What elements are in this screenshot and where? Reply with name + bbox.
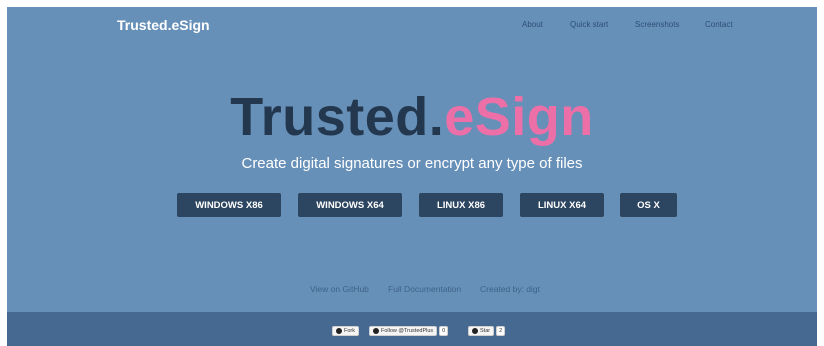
download-linux-x86-button[interactable]: LINUX X86 [419,193,503,217]
github-icon [373,328,379,334]
github-icon [336,328,342,334]
follow-button[interactable]: Follow @TrustedPlus [369,326,438,336]
view-on-github-link[interactable]: View on GitHub [310,284,369,294]
fork-label: Fork [344,328,355,334]
nav-screenshots[interactable]: Screenshots [635,20,679,29]
star-count[interactable]: 2 [496,326,506,336]
download-osx-button[interactable]: OS X [620,193,677,217]
nav-quick-start[interactable]: Quick start [570,20,608,29]
download-windows-x86-button[interactable]: WINDOWS X86 [177,193,281,217]
fork-button[interactable]: Fork [332,326,359,336]
footer-links: View on GitHub Full Documentation Create… [7,284,817,296]
github-icon [472,328,478,334]
follow-count[interactable]: 0 [439,326,449,336]
download-linux-x64-button[interactable]: LINUX X64 [520,193,604,217]
star-button[interactable]: Star [468,326,495,336]
top-nav: About Quick start Screenshots Contact [7,20,817,32]
footer-bar: Fork Follow @TrustedPlus 0 Star 2 [7,312,817,346]
hero-title-trusted: Trusted. [230,87,445,147]
full-documentation-link[interactable]: Full Documentation [388,284,461,294]
nav-contact[interactable]: Contact [705,20,733,29]
download-windows-x64-button[interactable]: WINDOWS X64 [298,193,402,217]
hero-title: Trusted.eSign [7,87,817,147]
follow-label: Follow @TrustedPlus [381,328,434,334]
created-by-link[interactable]: Created by: digt [480,284,540,294]
github-follow-widget: Follow @TrustedPlus 0 [369,326,449,336]
github-fork-widget: Fork [332,326,359,336]
github-star-widget: Star 2 [468,326,506,336]
hero-title-esign: eSign [444,87,594,147]
nav-about[interactable]: About [522,20,543,29]
star-label: Star [480,328,491,334]
hero-tagline: Create digital signatures or encrypt any… [241,155,583,172]
page: Trusted.eSign About Quick start Screensh… [7,7,817,346]
